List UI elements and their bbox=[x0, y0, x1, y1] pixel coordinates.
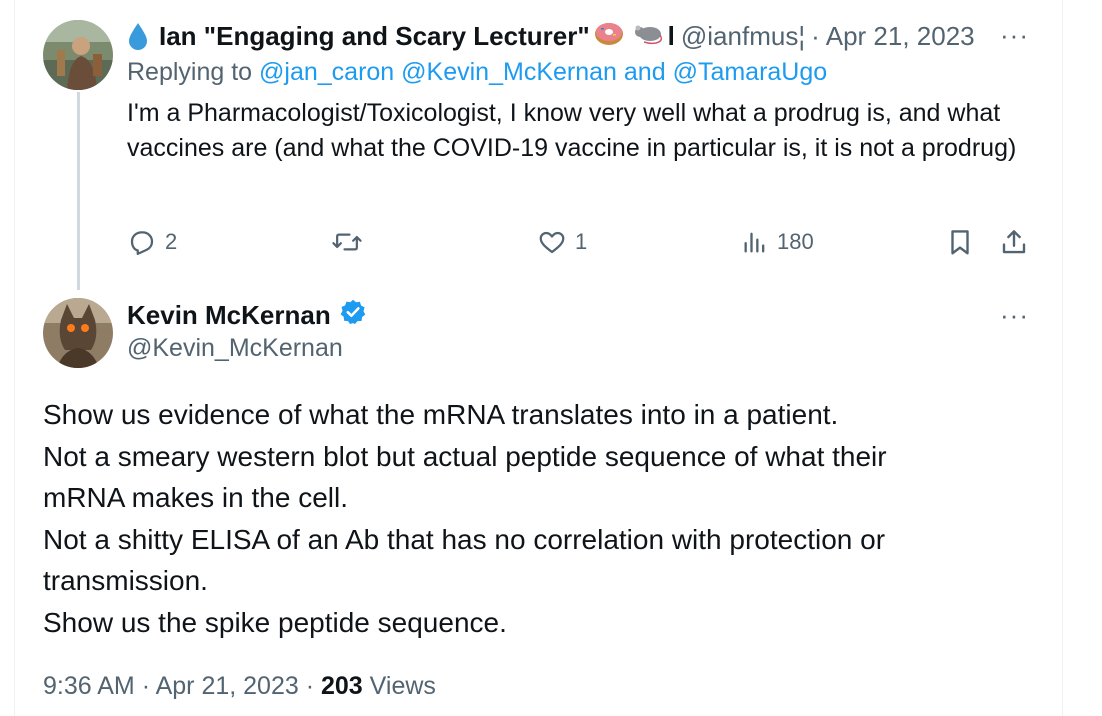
tweet-line: transmission. bbox=[43, 565, 208, 597]
like-icon bbox=[537, 227, 567, 257]
retweet-button[interactable] bbox=[331, 224, 371, 260]
thread-connector-line bbox=[77, 92, 80, 290]
droplet-icon bbox=[127, 22, 149, 50]
donut-icon bbox=[594, 20, 624, 53]
tweet-date[interactable]: Apr 21, 2023 bbox=[156, 672, 299, 700]
views-icon bbox=[741, 227, 769, 257]
tweet-line: Not a smeary western blot but actual pep… bbox=[43, 440, 887, 472]
reply-tweet-header: Ian "Engaging and Scary Lecturer" l @ian… bbox=[127, 18, 1030, 54]
tweet-time[interactable]: 9:36 AM bbox=[43, 672, 135, 700]
reply-author-name[interactable]: Ian "Engaging and Scary Lecturer" bbox=[159, 21, 590, 52]
reply-author-handle[interactable]: @ianfmus¦ bbox=[681, 21, 805, 52]
reply-button[interactable]: 2 bbox=[127, 224, 177, 260]
views-count: 180 bbox=[777, 229, 814, 254]
replying-to-label: Replying to bbox=[127, 58, 253, 86]
rat-icon bbox=[632, 21, 664, 52]
reply-tweet-text: I'm a Pharmacologist/Toxicologist, I kno… bbox=[127, 99, 1017, 162]
bookmark-button[interactable] bbox=[945, 224, 975, 260]
main-author-name[interactable]: Kevin McKernan bbox=[127, 300, 331, 331]
like-button[interactable]: 1 bbox=[537, 224, 587, 260]
retweet-icon bbox=[331, 227, 363, 257]
tweet-line: Show us the spike peptide sequence. bbox=[43, 606, 507, 638]
main-author-handle[interactable]: @Kevin_McKernan bbox=[127, 334, 343, 363]
avatar-ian[interactable] bbox=[43, 20, 113, 90]
tweet-views-count: 203 bbox=[321, 672, 363, 700]
share-button[interactable] bbox=[999, 224, 1029, 260]
reply-date[interactable]: Apr 21, 2023 bbox=[826, 21, 975, 52]
tweet-line: Show us evidence of what the mRNA transl… bbox=[43, 399, 839, 430]
verified-badge-icon bbox=[339, 298, 367, 333]
bookmark-icon bbox=[945, 227, 975, 257]
reply-count: 2 bbox=[165, 229, 178, 254]
like-count: 1 bbox=[575, 229, 588, 254]
tweet-line: Not a shitty ELISA of an Ab that has no … bbox=[43, 523, 886, 555]
replying-to-line: Replying to @jan_caron @Kevin_McKernan a… bbox=[127, 58, 827, 87]
avatar-kevin-mckernan[interactable] bbox=[43, 298, 113, 368]
reply-icon bbox=[127, 227, 157, 257]
views-button[interactable]: 180 bbox=[741, 224, 814, 260]
tweet-meta: 9:36 AM · Apr 21, 2023 · 203 Views bbox=[43, 672, 436, 701]
mention-and: and bbox=[623, 58, 666, 86]
mention-tamara-ugo[interactable]: @TamaraUgo bbox=[673, 58, 828, 86]
reply-action-bar: 2 1 180 bbox=[127, 224, 1037, 260]
meta-separator: · bbox=[141, 672, 151, 700]
meta-separator: · bbox=[305, 672, 315, 700]
reply-more-button[interactable]: ··· bbox=[1000, 20, 1029, 51]
share-icon bbox=[999, 227, 1029, 257]
main-author: Kevin McKernan bbox=[127, 296, 367, 334]
tweet-line: mRNA makes in the cell. bbox=[43, 482, 348, 514]
header-separator: · bbox=[811, 20, 820, 51]
mention-jan-caron[interactable]: @jan_caron bbox=[259, 58, 394, 86]
main-more-button[interactable]: ··· bbox=[1000, 300, 1029, 331]
tweet-views-label: Views bbox=[369, 672, 436, 700]
mention-kevin-mckernan[interactable]: @Kevin_McKernan bbox=[401, 58, 617, 86]
main-tweet-text: Show us evidence of what the mRNA transl… bbox=[43, 394, 1023, 644]
